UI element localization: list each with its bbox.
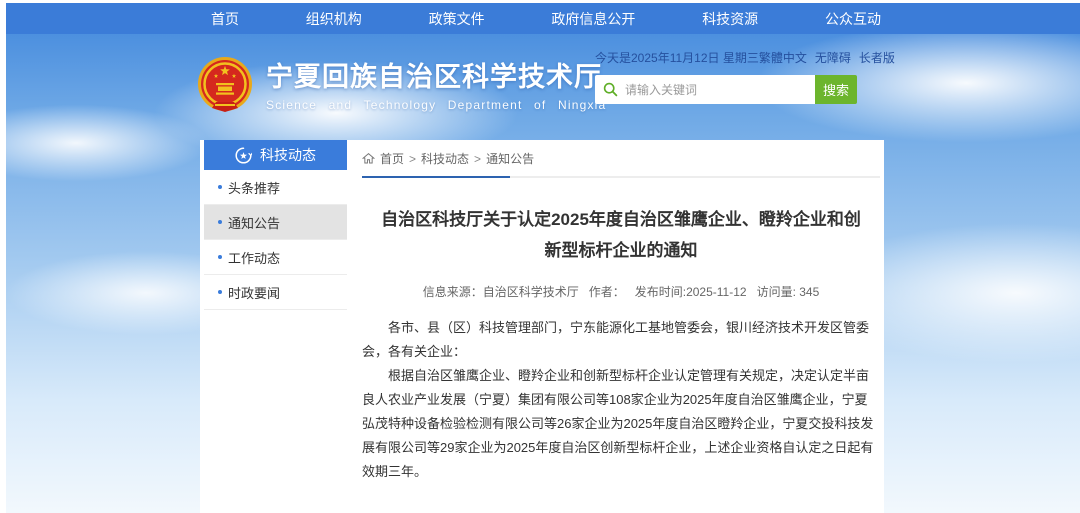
meta-source: 信息来源：自治区科学技术厅 (423, 283, 579, 300)
breadcrumb-separator: > (474, 152, 481, 166)
breadcrumb-notices[interactable]: 通知公告 (486, 150, 534, 167)
nav-item-gov-info[interactable]: 政府信息公开 (551, 9, 635, 29)
article-meta: 信息来源：自治区科学技术厅 作者： 发布时间:2025-11-12 访问量: 3… (362, 283, 880, 300)
top-nav: 首页 组织机构 政策文件 政府信息公开 科技资源 公众互动 (6, 3, 1080, 34)
home-icon (362, 152, 375, 165)
breadcrumb-divider (362, 176, 880, 178)
sidebar-item-headline[interactable]: 头条推荐 (204, 170, 347, 205)
site-brand: 宁夏回族自治区科学技术厅 Science and Technology Depa… (196, 56, 606, 118)
bullet-icon (218, 255, 222, 259)
meta-views: 访问量: 345 (757, 283, 820, 300)
link-accessibility[interactable]: 无障碍 (815, 49, 851, 66)
sidebar-item-label: 工作动态 (228, 248, 280, 267)
article-body: 各市、县（区）科技管理部门，宁东能源化工基地管委会，银川经济技术开发区管委会，各… (362, 316, 880, 484)
content-card: 科技动态 头条推荐 通知公告 工作动态 时政要闻 (200, 140, 884, 513)
article-title: 自治区科技厅关于认定2025年度自治区雏鹰企业、瞪羚企业和创新型标杆企业的通知 (381, 204, 861, 267)
header-utilities: 今天是2025年11月12日 星期三 繁體中文 无障碍 长者版 搜索 (595, 49, 875, 104)
site-header: 宁夏回族自治区科学技术厅 Science and Technology Depa… (0, 34, 1080, 140)
sidebar-item-work-trends[interactable]: 工作动态 (204, 240, 347, 275)
breadcrumb-separator: > (409, 152, 416, 166)
circled-star-icon (235, 147, 252, 164)
national-emblem-logo (196, 56, 254, 118)
nav-item-organization[interactable]: 组织机构 (306, 9, 362, 29)
article-paragraph: 根据自治区雏鹰企业、瞪羚企业和创新型标杆企业认定管理有关规定，决定认定半亩良人农… (362, 364, 880, 484)
meta-publish-time: 发布时间:2025-11-12 (635, 283, 747, 300)
search-button[interactable]: 搜索 (815, 75, 857, 104)
sidebar-title: 科技动态 (260, 145, 316, 165)
bullet-icon (218, 290, 222, 294)
sidebar-menu: 头条推荐 通知公告 工作动态 时政要闻 (204, 170, 347, 310)
nav-item-policy[interactable]: 政策文件 (429, 9, 485, 29)
article-area: 首页 > 科技动态 > 通知公告 自治区科技厅关于认定2025年度自治区雏鹰企业… (362, 140, 882, 513)
nav-item-public-interaction[interactable]: 公众互动 (825, 9, 881, 29)
link-elderly-version[interactable]: 长者版 (859, 49, 895, 66)
divider-gray-segment (510, 176, 880, 178)
page: 首页 组织机构 政策文件 政府信息公开 科技资源 公众互动 (0, 0, 1080, 513)
search-input[interactable] (625, 83, 807, 97)
sidebar-item-label: 时政要闻 (228, 283, 280, 302)
link-traditional-chinese[interactable]: 繁體中文 (759, 49, 807, 66)
site-subtitle: Science and Technology Department of Nin… (266, 98, 606, 112)
breadcrumb-sci-trends[interactable]: 科技动态 (421, 150, 469, 167)
bullet-icon (218, 185, 222, 189)
nav-item-sci-resources[interactable]: 科技资源 (702, 9, 758, 29)
sidebar-item-notices[interactable]: 通知公告 (204, 205, 347, 240)
sidebar-header: 科技动态 (204, 140, 347, 170)
sidebar-item-label: 头条推荐 (228, 178, 280, 197)
divider-blue-segment (362, 176, 510, 178)
meta-author: 作者： (589, 283, 625, 300)
breadcrumb: 首页 > 科技动态 > 通知公告 (362, 150, 880, 167)
search-box: 搜索 (595, 75, 857, 104)
bullet-icon (218, 220, 222, 224)
nav-item-home[interactable]: 首页 (211, 9, 239, 29)
breadcrumb-home[interactable]: 首页 (380, 150, 404, 167)
sidebar-item-label: 通知公告 (228, 213, 280, 232)
site-title: 宁夏回族自治区科学技术厅 (266, 62, 606, 93)
search-icon (603, 82, 618, 97)
sidebar-item-current-politics[interactable]: 时政要闻 (204, 275, 347, 310)
current-date: 今天是2025年11月12日 星期三 (595, 49, 759, 66)
sidebar: 科技动态 头条推荐 通知公告 工作动态 时政要闻 (204, 140, 347, 310)
article-paragraph: 各市、县（区）科技管理部门，宁东能源化工基地管委会，银川经济技术开发区管委会，各… (362, 316, 880, 364)
